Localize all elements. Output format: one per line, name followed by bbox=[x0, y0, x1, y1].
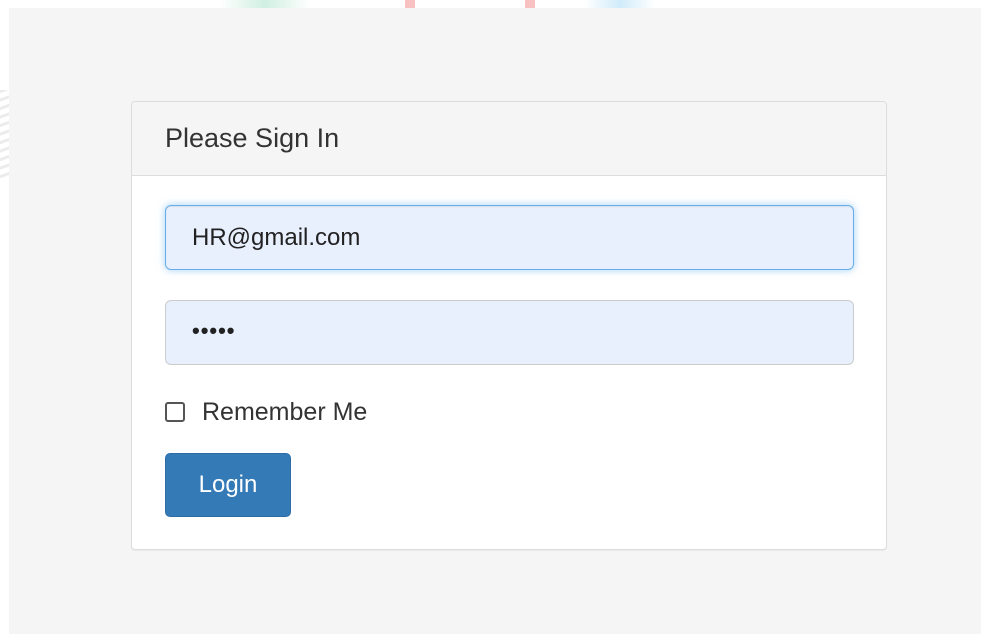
panel-title: Please Sign In bbox=[165, 123, 340, 153]
email-group: HR@gmail.com bbox=[165, 205, 854, 270]
login-button[interactable]: Login bbox=[165, 453, 291, 517]
remember-me-label[interactable]: Remember Me bbox=[202, 398, 367, 427]
panel-body: HR@gmail.com ••••• Remember Me Login bbox=[132, 176, 886, 517]
panel-heading: Please Sign In bbox=[132, 102, 886, 176]
email-input[interactable]: HR@gmail.com bbox=[165, 205, 854, 270]
remember-me-checkbox[interactable] bbox=[165, 402, 185, 422]
remember-me-row[interactable]: Remember Me bbox=[165, 397, 853, 427]
login-panel: Please Sign In HR@gmail.com ••••• Rememb… bbox=[131, 101, 887, 550]
login-page-container: Please Sign In HR@gmail.com ••••• Rememb… bbox=[9, 8, 981, 634]
password-input[interactable]: ••••• bbox=[165, 300, 854, 365]
